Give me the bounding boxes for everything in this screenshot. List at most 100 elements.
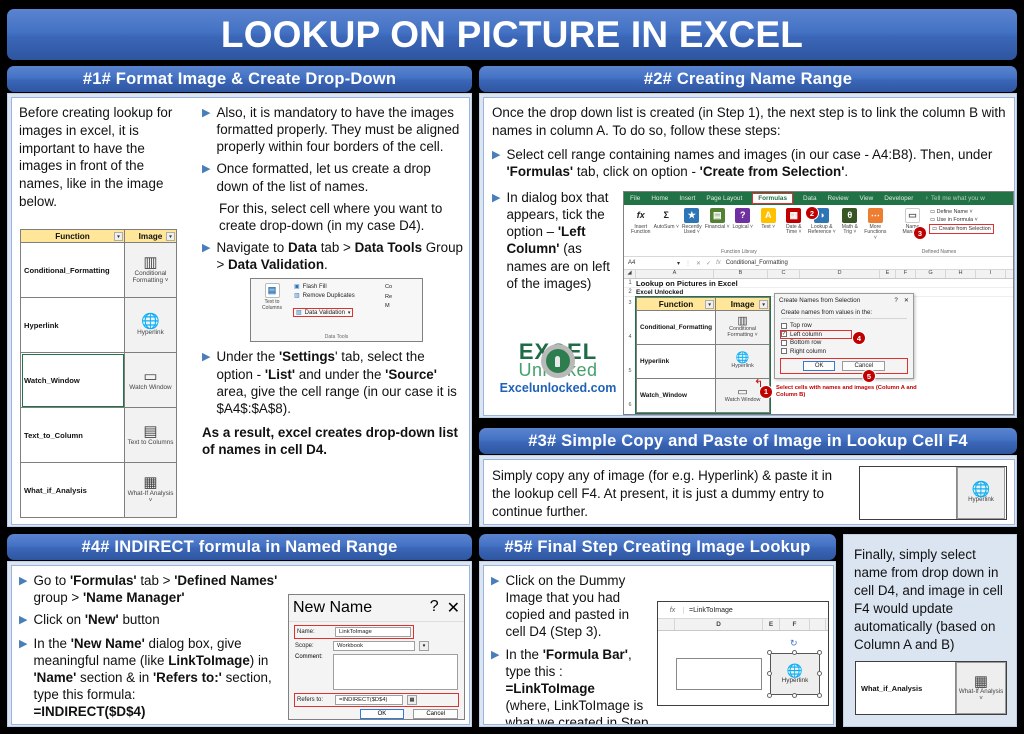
relationships-label[interactable]: Re xyxy=(385,293,419,303)
filter-icon[interactable]: ▾ xyxy=(114,232,123,241)
use-in-formula-item[interactable]: ▭ Use in Formula ˅ xyxy=(930,216,1009,224)
tab-review[interactable]: Review xyxy=(828,195,849,202)
checkbox-left-column[interactable]: ✓ Left column xyxy=(780,329,852,339)
recently-used-button[interactable]: ★ Recently Used ˅ xyxy=(679,208,705,253)
col-B[interactable]: B xyxy=(714,270,768,278)
col-C[interactable]: C xyxy=(768,270,800,278)
rotate-handle-icon[interactable]: ↻ xyxy=(790,638,798,649)
consolidate-label[interactable]: Co xyxy=(385,283,419,293)
tab-developer[interactable]: Developer xyxy=(884,195,913,202)
help-icon[interactable]: ? xyxy=(894,297,897,304)
cancel-button[interactable]: Cancel xyxy=(413,709,458,719)
comment-textarea[interactable] xyxy=(333,654,458,690)
col-F[interactable]: F xyxy=(780,619,810,630)
filter-icon[interactable]: ▾ xyxy=(759,300,769,309)
cancel-button[interactable]: Cancel xyxy=(842,360,886,371)
checkbox-top-row[interactable]: Top row xyxy=(781,322,907,329)
insert-function-icon[interactable]: fx xyxy=(662,606,684,614)
create-names-dialog: Create Names from Selection ? ✕ Create n… xyxy=(774,293,914,382)
ok-button[interactable]: OK xyxy=(359,709,405,719)
checkbox-icon[interactable] xyxy=(781,339,787,346)
scope-select[interactable]: Workbook xyxy=(333,641,415,651)
col-G[interactable]: G xyxy=(916,270,946,278)
checkbox-icon[interactable] xyxy=(781,322,787,329)
selection-handle[interactable] xyxy=(817,650,822,655)
manage-model-label[interactable]: M xyxy=(385,302,419,312)
selection-handle[interactable] xyxy=(817,671,822,676)
selection-handle[interactable] xyxy=(767,671,772,676)
checkbox-icon[interactable] xyxy=(781,348,787,354)
name-input[interactable]: LinkToImage xyxy=(335,627,411,637)
col-F[interactable]: F xyxy=(896,270,916,278)
col-H[interactable]: H xyxy=(946,270,976,278)
selection-handle[interactable] xyxy=(767,693,772,698)
tell-me-box[interactable]: ♀ Tell me what you w xyxy=(924,195,984,202)
tab-view[interactable]: View xyxy=(859,195,873,202)
close-icon[interactable]: ✕ xyxy=(904,297,909,304)
cell-image-label: Watch Window xyxy=(129,383,172,391)
tab-page-layout[interactable]: Page Layout xyxy=(706,195,742,202)
panel1-bullet-3: ▶ Navigate to Data tab > Data Tools Grou… xyxy=(202,240,463,273)
create-from-selection-item[interactable]: ▭ Create from Selection xyxy=(928,223,1009,235)
date-time-button[interactable]: ▦ Date & Time ˅ xyxy=(781,208,807,253)
image-object-label: Hyperlink xyxy=(781,677,809,684)
defined-names-group: ▭ Define Name ˅ ▭ Use in Formula ˅ ▭ Cre… xyxy=(927,208,1009,253)
refers-to-input[interactable]: =INDIRECT($D$4) xyxy=(335,695,403,705)
logical-button[interactable]: ? Logical ˅ xyxy=(730,208,756,253)
close-icon[interactable]: ✕ xyxy=(447,598,460,618)
text-to-columns-icon: ▤ xyxy=(143,422,158,440)
tab-insert[interactable]: Insert xyxy=(679,195,695,202)
selection-handle[interactable] xyxy=(767,650,772,655)
tab-data[interactable]: Data xyxy=(803,195,817,202)
autosum-button[interactable]: Σ AutoSum ˅ xyxy=(654,208,680,253)
tab-formulas[interactable]: Formulas xyxy=(752,193,794,204)
confirm-icon[interactable]: ✓ xyxy=(706,260,711,267)
col-E[interactable]: E xyxy=(763,619,780,630)
insert-function-icon[interactable]: fx xyxy=(716,260,721,266)
selected-image-object[interactable]: 🌐 Hyperlink xyxy=(770,653,820,695)
data-validation-label[interactable]: Data Validation xyxy=(305,310,345,316)
annotation-arrow-icon: ↰ xyxy=(754,378,764,390)
selection-handle[interactable] xyxy=(792,650,797,655)
col-after[interactable] xyxy=(810,619,826,630)
row-num-4: 4 xyxy=(628,334,632,340)
name-box-chevron-icon[interactable]: ▾ xyxy=(677,260,680,267)
financial-button[interactable]: ▤ Financial ˅ xyxy=(705,208,731,253)
more-functions-button[interactable]: ⋯ More Functions ˅ xyxy=(863,208,889,253)
filter-icon[interactable]: ▾ xyxy=(166,232,175,241)
ok-button[interactable]: OK xyxy=(802,360,836,371)
panel5-header: #5# Final Step Creating Image Lookup xyxy=(479,534,836,560)
col-A[interactable]: A xyxy=(636,270,714,278)
insert-function-button[interactable]: fx Insert Function xyxy=(628,208,654,253)
remove-duplicates-label[interactable]: Remove Duplicates xyxy=(303,293,355,299)
flash-fill-label[interactable]: Flash Fill xyxy=(303,284,327,290)
text-to-columns-button[interactable]: ▤ Text to Columns xyxy=(254,283,290,319)
panel3-text: Simply copy any of image (for e.g. Hyper… xyxy=(492,468,833,520)
tab-file[interactable]: File xyxy=(630,195,640,202)
chevron-down-icon[interactable]: ▾ xyxy=(348,310,351,316)
filter-icon[interactable]: ▾ xyxy=(705,300,715,309)
scope-label: Scope: xyxy=(295,643,314,649)
table-row: Text_to_Column ▤ Text to Columns xyxy=(20,407,177,463)
tab-home[interactable]: Home xyxy=(651,195,668,202)
checkbox-right-column[interactable]: Right column xyxy=(781,348,907,355)
col-I[interactable]: I xyxy=(976,270,1006,278)
name-box[interactable]: A4 xyxy=(628,260,672,266)
checkbox-icon[interactable]: ✓ xyxy=(781,331,787,337)
formula-bar-value[interactable]: =LinkToImage xyxy=(689,607,733,614)
col-D[interactable]: D xyxy=(800,270,880,278)
selection-handle[interactable] xyxy=(817,693,822,698)
chevron-down-icon[interactable]: ▾ xyxy=(419,641,429,651)
col-D[interactable]: D xyxy=(675,619,763,630)
checkbox-bottom-row[interactable]: Bottom row xyxy=(781,339,907,346)
range-picker-icon[interactable]: ▦ xyxy=(407,695,417,705)
cancel-icon[interactable]: ✕ xyxy=(696,260,701,267)
math-trig-button[interactable]: θ Math & Trig ˅ xyxy=(837,208,863,253)
text-button[interactable]: A Text ˅ xyxy=(756,208,782,253)
selection-handle[interactable] xyxy=(792,693,797,698)
formula-bar-value[interactable]: Conditional_Formatting xyxy=(726,260,788,266)
help-icon[interactable]: ? xyxy=(430,598,439,618)
panel4-bullet-1: ▶ Go to 'Formulas' tab > 'Defined Names'… xyxy=(19,573,278,606)
define-name-item[interactable]: ▭ Define Name ˅ xyxy=(930,208,1009,216)
col-E[interactable]: E xyxy=(880,270,896,278)
